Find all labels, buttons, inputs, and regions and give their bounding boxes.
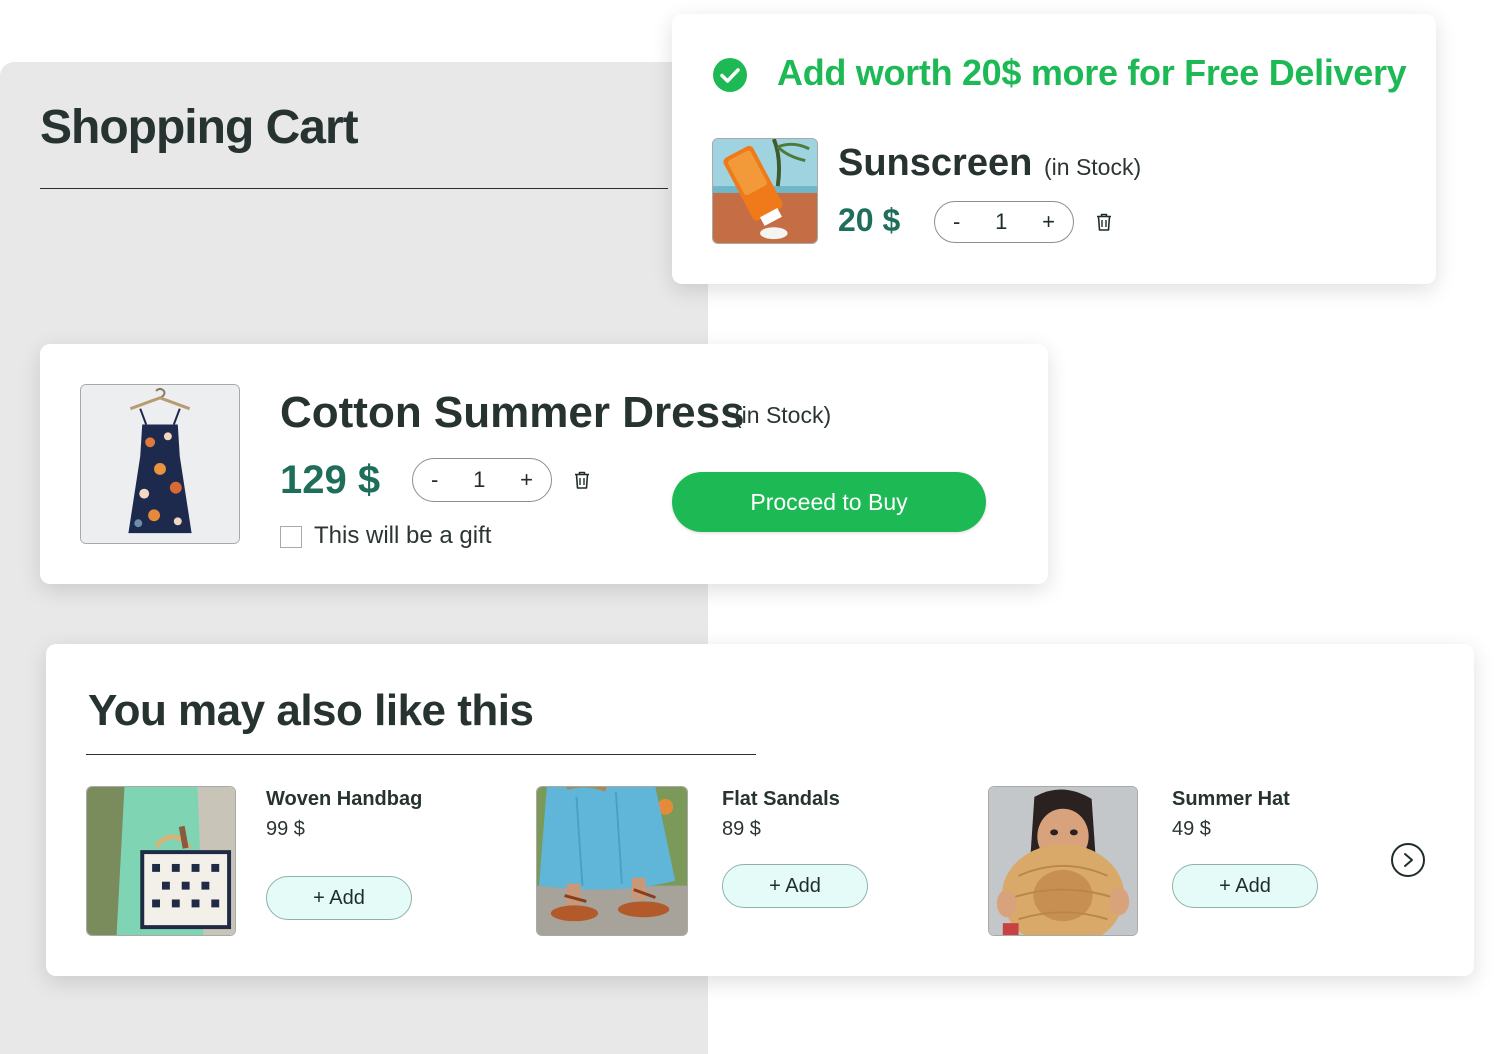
check-circle-icon (713, 58, 747, 92)
item-price: 129 $ (280, 458, 381, 502)
quantity-stepper: - 1 + (934, 201, 1074, 243)
quantity-stepper: - 1 + (412, 458, 552, 502)
summer-hat-image[interactable] (988, 786, 1138, 936)
recommendations-title: You may also like this (88, 686, 534, 735)
sunscreen-image (712, 138, 818, 244)
dress-image (80, 384, 240, 544)
add-to-cart-button[interactable]: + Add (266, 876, 412, 920)
proceed-to-buy-button[interactable]: Proceed to Buy (672, 472, 986, 532)
add-to-cart-button[interactable]: + Add (1172, 864, 1318, 908)
product-price: 49 $ (1172, 818, 1211, 840)
item-name[interactable]: Cotton Summer Dress (280, 388, 745, 438)
gift-label: This will be a gift (314, 522, 492, 549)
quantity-value: 1 (995, 209, 1008, 234)
stock-status: (in Stock) (1044, 154, 1142, 180)
sandals-image[interactable] (536, 786, 688, 936)
title-divider (40, 188, 668, 189)
decrement-button[interactable]: - (953, 209, 960, 235)
free-delivery-message: Add worth 20$ more for Free Delivery (777, 52, 1407, 93)
next-button[interactable] (1391, 843, 1425, 877)
add-to-cart-button[interactable]: + Add (722, 864, 868, 908)
increment-button[interactable]: + (520, 467, 533, 493)
page-title: Shopping Cart (40, 101, 359, 154)
increment-button[interactable]: + (1042, 209, 1055, 235)
product-name[interactable]: Summer Hat (1172, 788, 1290, 811)
decrement-button[interactable]: - (431, 467, 438, 493)
recommendations-divider (86, 754, 756, 755)
item-price: 20 $ (838, 202, 901, 238)
trash-icon[interactable] (1095, 212, 1113, 232)
stock-status: (in Stock) (734, 402, 832, 428)
trash-icon[interactable] (573, 470, 591, 490)
item-name[interactable]: Sunscreen (838, 142, 1032, 185)
quantity-value: 1 (473, 467, 486, 492)
product-name[interactable]: Woven Handbag (266, 788, 422, 811)
handbag-image[interactable] (86, 786, 236, 936)
chevron-right-icon (1404, 853, 1413, 867)
product-price: 99 $ (266, 818, 305, 840)
gift-checkbox[interactable] (280, 526, 302, 548)
product-name[interactable]: Flat Sandals (722, 788, 840, 811)
product-price: 89 $ (722, 818, 761, 840)
